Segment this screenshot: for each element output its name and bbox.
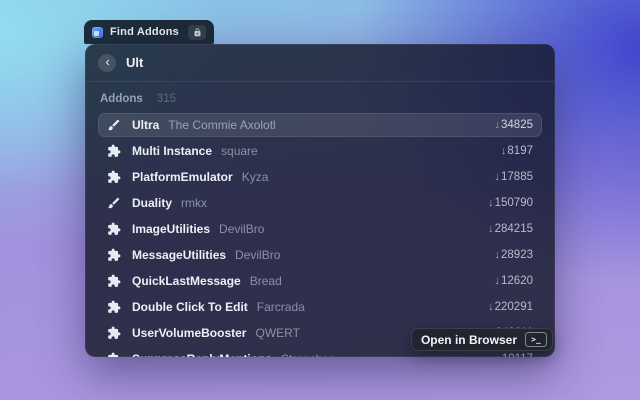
addon-name: MessageUtilities <box>132 248 226 262</box>
list-title: Addons <box>100 93 143 105</box>
addon-downloads: ↓28923 <box>495 249 533 261</box>
addon-row[interactable]: QuickLastMessage Bread ↓12620 <box>98 269 542 293</box>
addon-row[interactable]: Ultra The Commie Axolotl ↓34825 <box>98 113 542 137</box>
open-in-browser-label: Open in Browser <box>421 333 517 347</box>
puzzle-icon <box>107 170 121 184</box>
addon-row[interactable]: MessageUtilities DevilBro ↓28923 <box>98 243 542 267</box>
addon-row[interactable]: Double Click To Edit Farcrada ↓220291 <box>98 295 542 319</box>
addon-row[interactable]: PlatformEmulator Kyza ↓17885 <box>98 165 542 189</box>
download-arrow-icon: ↓ <box>488 197 494 209</box>
download-arrow-icon: ↓ <box>501 145 507 157</box>
addon-author: Strencher <box>281 352 333 357</box>
puzzle-icon <box>107 274 121 288</box>
addon-author: Kyza <box>242 170 269 184</box>
addon-row[interactable]: Duality rmkx ↓150790 <box>98 191 542 215</box>
back-button[interactable] <box>98 54 116 72</box>
addon-name: Multi Instance <box>132 144 212 158</box>
addon-name: UserVolumeBooster <box>132 326 246 340</box>
addon-author: DevilBro <box>219 222 264 236</box>
addon-name: ImageUtilities <box>132 222 210 236</box>
list-header: Addons 315 <box>100 93 542 105</box>
search-query[interactable]: Ult <box>126 55 143 70</box>
addon-author: QWERT <box>255 326 299 340</box>
puzzle-icon <box>107 300 121 314</box>
download-arrow-icon: ↓ <box>495 353 501 357</box>
desktop-background: Find Addons Ult Addons 315 Ultra The Com… <box>0 0 640 400</box>
terminal-key-icon: >_ <box>525 332 547 347</box>
addon-row[interactable]: Multi Instance square ↓8197 <box>98 139 542 163</box>
addon-name: Duality <box>132 196 172 210</box>
brush-icon <box>107 118 121 132</box>
find-addons-label: Find Addons <box>110 26 179 38</box>
addon-downloads: ↓150790 <box>488 197 533 209</box>
addon-author: DevilBro <box>235 248 280 262</box>
addon-name: PlatformEmulator <box>132 170 233 184</box>
download-arrow-icon: ↓ <box>495 249 501 261</box>
addon-downloads: ↓17885 <box>495 171 533 183</box>
addon-author: square <box>221 144 258 158</box>
download-arrow-icon: ↓ <box>495 275 501 287</box>
addon-list: Ultra The Commie Axolotl ↓34825 Multi In… <box>98 113 542 357</box>
addon-name: Ultra <box>132 118 159 132</box>
addon-author: The Commie Axolotl <box>168 118 275 132</box>
addon-row[interactable]: ImageUtilities DevilBro ↓284215 <box>98 217 542 241</box>
addon-downloads: ↓34825 <box>495 119 533 131</box>
addon-downloads: ↓284215 <box>488 223 533 235</box>
list-count-badge: 315 <box>157 93 176 105</box>
download-arrow-icon: ↓ <box>488 223 494 235</box>
download-arrow-icon: ↓ <box>495 119 501 131</box>
addon-name: Double Click To Edit <box>132 300 248 314</box>
puzzle-icon <box>107 326 121 340</box>
addon-downloads: ↓12620 <box>495 275 533 287</box>
addon-name: QuickLastMessage <box>132 274 241 288</box>
addons-list-section: Addons 315 Ultra The Commie Axolotl ↓348… <box>85 82 555 357</box>
addon-name: SuppressReplyMentions <box>132 352 272 357</box>
find-addons-tab[interactable]: Find Addons <box>84 20 214 44</box>
addon-author: rmkx <box>181 196 207 210</box>
download-arrow-icon: ↓ <box>488 301 494 313</box>
addon-downloads: ↓8197 <box>501 145 533 157</box>
brush-icon <box>107 196 121 210</box>
addon-author: Farcrada <box>257 300 305 314</box>
window-header: Ult <box>85 44 555 82</box>
addon-author: Bread <box>250 274 282 288</box>
chevron-left-icon <box>103 58 112 67</box>
addon-store-icon <box>92 27 103 38</box>
addon-downloads: ↓10117 <box>495 353 533 357</box>
puzzle-icon <box>107 352 121 357</box>
puzzle-icon <box>107 222 121 236</box>
find-addons-window: Ult Addons 315 Ultra The Commie Axolotl … <box>85 44 555 357</box>
puzzle-icon <box>107 144 121 158</box>
puzzle-icon <box>107 248 121 262</box>
addon-downloads: ↓220291 <box>488 301 533 313</box>
open-in-browser-hint[interactable]: Open in Browser >_ <box>411 328 553 351</box>
download-arrow-icon: ↓ <box>495 171 501 183</box>
lock-icon <box>188 25 206 40</box>
